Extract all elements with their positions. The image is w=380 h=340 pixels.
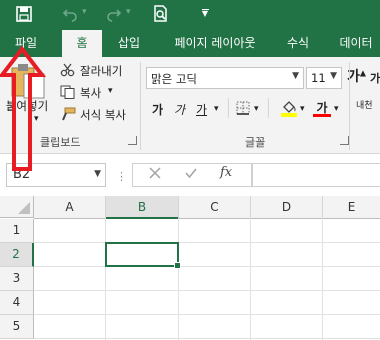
clipboard-group-label: 클립보드: [40, 136, 81, 149]
row-header-4[interactable]: 4: [0, 291, 34, 315]
title-bar: [0, 0, 380, 30]
row-header-5[interactable]: 5: [0, 315, 34, 339]
chevron-down-icon: ▼: [292, 71, 299, 81]
fill-handle[interactable]: [174, 262, 181, 269]
chevron-down-icon: ▼: [94, 169, 101, 179]
row-header-2[interactable]: 2: [0, 243, 34, 267]
group-separator: [140, 62, 141, 150]
column-header-e[interactable]: E: [323, 196, 380, 219]
italic-button[interactable]: 가: [174, 101, 185, 118]
clipboard-launcher-icon[interactable]: [128, 136, 137, 145]
tab-home[interactable]: 홈: [62, 30, 102, 57]
tab-insert[interactable]: 삽입: [110, 30, 148, 57]
font-name-combo[interactable]: 맑은 고딕 ▼: [146, 67, 304, 89]
customize-qat-icon[interactable]: ▼: [200, 6, 210, 20]
formula-bar-grip-icon: ⋮: [116, 170, 127, 183]
font-name-value: 맑은 고딕: [151, 72, 197, 86]
format-painter-button[interactable]: 서식 복사: [80, 107, 126, 123]
paint-bucket-icon: [281, 101, 297, 117]
font-launcher-icon[interactable]: [340, 136, 349, 145]
font-color-button[interactable]: 가: [313, 99, 331, 117]
select-all-button[interactable]: [0, 196, 34, 218]
font-size-combo[interactable]: 11 ▼: [306, 67, 342, 89]
formula-input[interactable]: [252, 163, 380, 187]
font-color-dropdown-icon[interactable]: ▾: [334, 104, 339, 114]
cancel-icon[interactable]: [148, 166, 162, 180]
font-group-label: 글꼴: [245, 136, 266, 149]
format-painter-icon: [60, 107, 76, 121]
underline-dropdown-icon[interactable]: ▾: [214, 104, 219, 114]
column-header-a[interactable]: A: [34, 196, 106, 219]
copy-dropdown-icon[interactable]: ▾: [108, 86, 113, 96]
redo-icon[interactable]: [106, 6, 122, 22]
font-color-label: 가: [316, 101, 328, 115]
row-header-1[interactable]: 1: [0, 219, 34, 243]
borders-icon[interactable]: [236, 101, 250, 115]
underline-button[interactable]: 가: [196, 101, 207, 118]
fill-color-button[interactable]: [281, 99, 297, 117]
borders-dropdown-icon[interactable]: ▾: [254, 104, 259, 114]
annotation-arrow: [0, 45, 47, 175]
bold-button[interactable]: 가: [152, 101, 163, 118]
tab-formulas[interactable]: 수식: [278, 30, 318, 57]
phonetic-button[interactable]: 내천: [356, 98, 380, 111]
undo-dropdown-icon[interactable]: ▾: [82, 7, 87, 17]
copy-icon: [60, 85, 76, 99]
shrink-font-button[interactable]: 가: [370, 70, 380, 86]
print-preview-icon[interactable]: [152, 5, 170, 23]
insert-function-button[interactable]: fx: [220, 165, 232, 180]
fill-color-dropdown-icon[interactable]: ▾: [300, 104, 305, 114]
save-icon[interactable]: [16, 6, 32, 22]
check-icon[interactable]: [184, 166, 198, 180]
worksheet-grid[interactable]: [34, 219, 380, 340]
column-header-d[interactable]: D: [251, 196, 323, 219]
selected-cell-b2[interactable]: [105, 242, 179, 267]
chevron-down-icon: ▼: [330, 71, 337, 81]
column-header-c[interactable]: C: [179, 196, 251, 219]
divider: [268, 98, 269, 118]
redo-dropdown-icon[interactable]: ▾: [126, 7, 131, 17]
column-header-b[interactable]: B: [106, 196, 179, 219]
shrink-font-label: 가: [370, 72, 380, 85]
font-color-swatch: [313, 114, 331, 117]
tab-data[interactable]: 데이터: [332, 30, 380, 57]
font-size-value: 11: [311, 71, 326, 85]
undo-icon[interactable]: [62, 6, 78, 22]
group-separator: [349, 62, 350, 150]
tab-page-layout[interactable]: 페이지 레이아웃: [160, 30, 270, 57]
row-header-3[interactable]: 3: [0, 267, 34, 291]
copy-button[interactable]: 복사: [80, 85, 101, 101]
cut-button[interactable]: 잘라내기: [80, 63, 122, 79]
divider: [228, 98, 229, 118]
cut-icon: [60, 63, 76, 77]
